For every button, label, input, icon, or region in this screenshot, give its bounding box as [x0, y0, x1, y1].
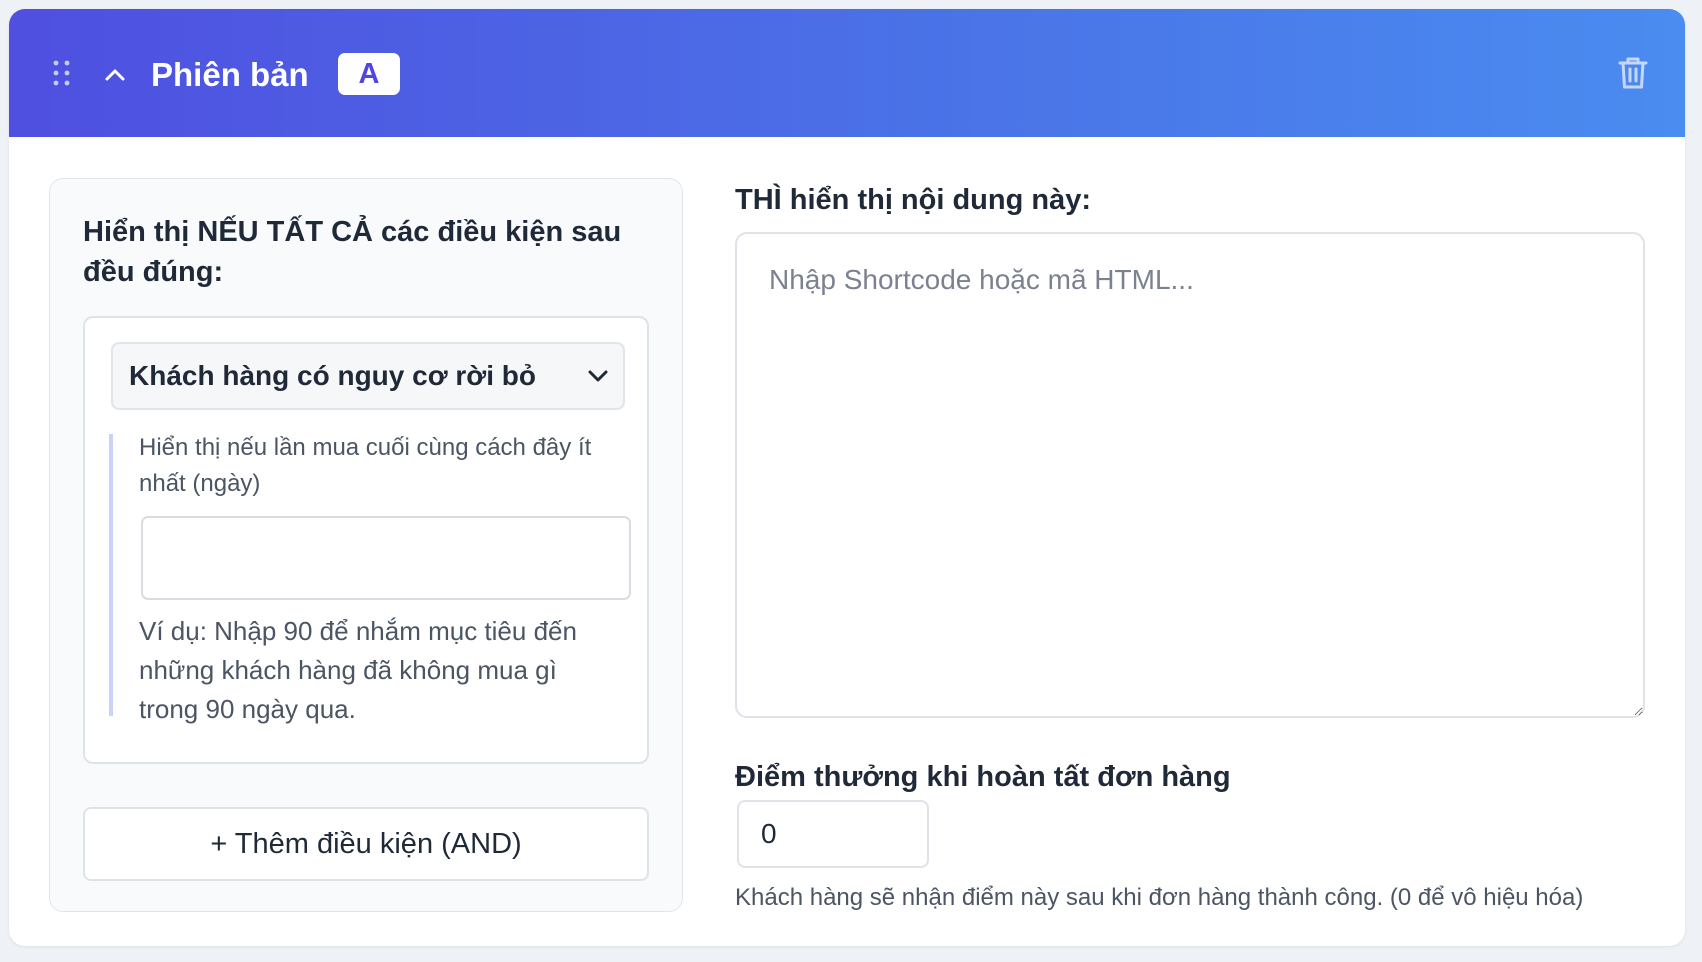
content-textarea[interactable] — [735, 232, 1645, 718]
conditions-panel: Hiển thị NẾU TẤT CẢ các điều kiện sau đề… — [49, 178, 683, 912]
points-label: Điểm thưởng khi hoàn tất đơn hàng — [735, 761, 1231, 793]
version-title: Phiên bản — [151, 56, 309, 93]
condition-box: Khách hàng có nguy cơ rời bỏ Hiển thị nế… — [83, 316, 649, 764]
drag-handle-icon[interactable] — [51, 59, 73, 87]
version-badge: A — [338, 53, 400, 95]
content-label: THÌ hiển thị nội dung này: — [735, 184, 1092, 216]
days-label: Hiển thị nếu lần mua cuối cùng cách đây … — [139, 434, 592, 497]
chevron-down-icon — [588, 370, 608, 382]
conditions-title: Hiển thị NẾU TẤT CẢ các điều kiện sau đề… — [83, 216, 622, 288]
version-card: Phiên bản A Hiển thị NẾU TẤT CẢ các điều… — [9, 9, 1685, 946]
days-help-text: Ví dụ: Nhập 90 để nhắm mục tiêu đến nhữn… — [139, 616, 577, 724]
chevron-up-icon[interactable] — [103, 65, 127, 83]
days-input[interactable] — [141, 516, 631, 600]
condition-settings: Hiển thị nếu lần mua cuối cùng cách đây … — [109, 434, 633, 724]
trash-icon[interactable] — [1617, 55, 1649, 91]
condition-select-value: Khách hàng có nguy cơ rời bỏ — [129, 360, 536, 391]
condition-select[interactable]: Khách hàng có nguy cơ rời bỏ — [111, 342, 625, 410]
add-condition-button[interactable]: + Thêm điều kiện (AND) — [83, 807, 649, 881]
points-input[interactable] — [737, 800, 929, 868]
version-header: Phiên bản A — [9, 9, 1685, 137]
points-help-text: Khách hàng sẽ nhận điểm này sau khi đơn … — [735, 884, 1584, 911]
